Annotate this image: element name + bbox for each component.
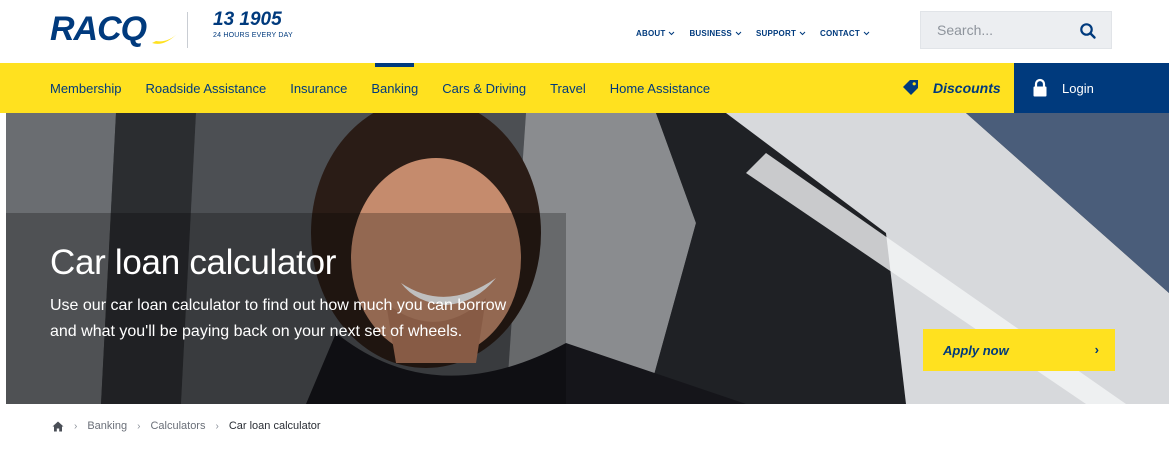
nav-item-banking[interactable]: Banking [371,63,418,113]
breadcrumb: › Banking › Calculators › Car loan calcu… [52,420,321,432]
breadcrumb-separator: › [74,420,78,432]
nav-item-insurance[interactable]: Insurance [290,63,347,113]
search-input[interactable] [921,22,1071,38]
discounts-label: Discounts [933,80,1001,96]
chevron-down-icon [863,31,870,36]
utility-nav: ABOUT BUSINESS SUPPORT CONTACT [636,29,870,38]
breadcrumb-calculators[interactable]: Calculators [150,420,205,432]
util-item-about[interactable]: ABOUT [636,29,675,38]
nav-item-membership[interactable]: Membership [50,63,122,113]
nav-item-cars-driving[interactable]: Cars & Driving [442,63,526,113]
main-nav-items: Membership Roadside Assistance Insurance… [50,63,734,113]
breadcrumb-separator: › [215,420,219,432]
nav-item-travel[interactable]: Travel [550,63,586,113]
phone-number: 13 1905 [213,9,282,30]
logo-divider [187,12,188,48]
discounts-link[interactable]: Discounts [901,63,1001,113]
apply-now-button[interactable]: Apply now › [923,329,1115,371]
util-item-label: ABOUT [636,29,666,38]
chevron-right-icon: › [1094,342,1099,357]
breadcrumb-separator: › [137,420,141,432]
racq-logo[interactable]: RACQ [50,9,178,49]
apply-now-label: Apply now [943,342,1009,358]
logo-text: RACQ [50,10,147,48]
util-item-label: CONTACT [820,29,860,38]
home-icon[interactable] [52,421,64,432]
breadcrumb-current: Car loan calculator [228,420,321,432]
page-title: Car loan calculator [50,243,337,282]
login-button[interactable]: Login [1014,63,1169,113]
nav-item-home-assistance[interactable]: Home Assistance [610,63,710,113]
breadcrumb-banking[interactable]: Banking [87,420,127,432]
util-item-label: BUSINESS [689,29,732,38]
nav-item-roadside-assistance[interactable]: Roadside Assistance [146,63,267,113]
util-item-business[interactable]: BUSINESS [689,29,742,38]
search-icon[interactable] [1079,22,1097,40]
lock-icon [1033,78,1047,97]
search-box [920,11,1112,49]
hero-banner: Car loan calculator Use our car loan cal… [6,113,1169,404]
phone-hours: 24 HOURS EVERY DAY [213,32,293,39]
site-header: RACQ 13 1905 24 HOURS EVERY DAY ABOUT BU… [0,0,1169,63]
chevron-down-icon [735,31,742,36]
chevron-down-icon [669,31,675,36]
phone-contact[interactable]: 13 1905 24 HOURS EVERY DAY [213,9,293,40]
util-item-label: SUPPORT [755,29,797,38]
tag-icon [903,80,918,95]
login-label: Login [1062,80,1094,96]
main-nav: Membership Roadside Assistance Insurance… [0,63,1169,113]
util-item-contact[interactable]: CONTACT [820,29,870,38]
chevron-down-icon [799,31,806,36]
util-item-support[interactable]: SUPPORT [756,29,806,38]
logo-swoosh-icon [152,33,178,44]
hero-description: Use our car loan calculator to find out … [50,297,507,340]
